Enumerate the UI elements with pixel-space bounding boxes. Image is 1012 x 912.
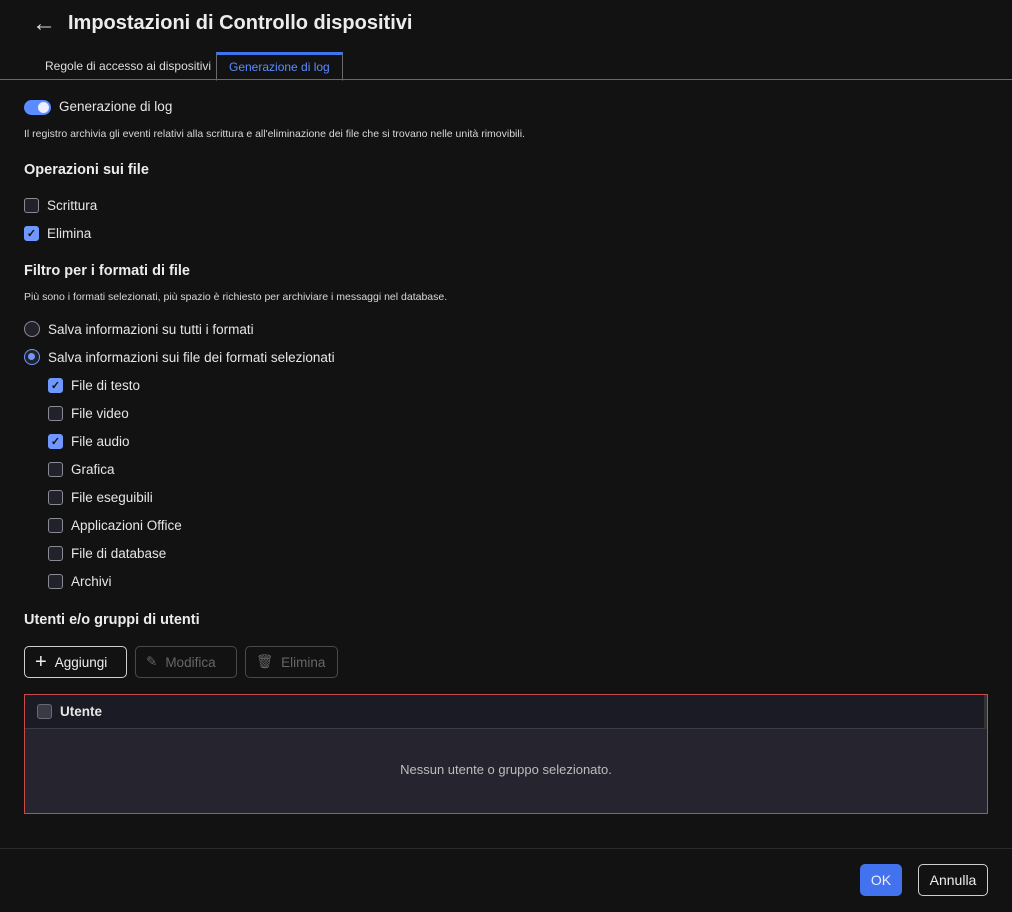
logging-toggle[interactable] (24, 100, 51, 115)
cancel-button[interactable]: Annulla (918, 864, 988, 896)
trash-icon: 🗑︎ (256, 654, 274, 669)
format-file-eseguibili[interactable]: File eseguibili (48, 490, 153, 505)
checkbox[interactable] (48, 406, 63, 421)
option-label: Elimina (47, 226, 92, 241)
checkbox[interactable] (48, 490, 63, 505)
file-op-scrittura[interactable]: Scrittura (24, 198, 97, 213)
format-file-audio[interactable]: ✓ File audio (48, 434, 130, 449)
checkbox[interactable] (48, 518, 63, 533)
format-filter-heading: Filtro per i formati di file (24, 263, 190, 279)
checkbox[interactable] (48, 574, 63, 589)
format-file-video[interactable]: File video (48, 406, 129, 421)
plus-icon: + (35, 650, 47, 673)
option-label: Grafica (71, 462, 115, 477)
format-file-di-testo[interactable]: ✓ File di testo (48, 378, 140, 393)
option-label: File di testo (71, 378, 141, 393)
option-label: Applicazioni Office (71, 518, 182, 533)
back-arrow-icon[interactable]: ← (32, 10, 56, 38)
format-archivi[interactable]: Archivi (48, 574, 112, 589)
checkbox[interactable]: ✓ (48, 378, 63, 393)
users-table: Utente Nessun utente o gruppo selezionat… (24, 694, 988, 814)
option-label: File di database (71, 546, 167, 561)
users-heading: Utenti e/o gruppi di utenti (24, 612, 200, 628)
edit-label: Modifica (165, 654, 216, 670)
delete-button[interactable]: 🗑︎ Elimina (245, 646, 338, 678)
logging-toggle-label: Generazione di log (59, 99, 173, 114)
radio-button[interactable] (24, 349, 40, 365)
ok-button[interactable]: OK (860, 864, 902, 896)
add-label: Aggiungi (54, 654, 108, 670)
option-label: File video (71, 406, 129, 421)
edit-button[interactable]: ✎ Modifica (135, 646, 237, 678)
option-label: Scrittura (47, 198, 98, 213)
column-user[interactable]: Utente (60, 704, 102, 719)
checkbox[interactable]: ✓ (48, 434, 63, 449)
empty-message: Nessun utente o gruppo selezionato. (400, 762, 612, 777)
footer-divider (0, 848, 1012, 849)
file-op-elimina[interactable]: ✓ Elimina (24, 226, 91, 241)
format-filter-description: Più sono i formati selezionati, più spaz… (24, 291, 448, 303)
option-label: Salva informazioni sui file dei formati … (48, 349, 335, 365)
tab-device-access-rules[interactable]: Regole di accesso ai dispositivi (33, 52, 223, 80)
page-title: Impostazioni di Controllo dispositivi (68, 12, 413, 34)
select-all-checkbox[interactable] (37, 704, 52, 719)
checkbox[interactable]: ✓ (24, 226, 39, 241)
radio-button[interactable] (24, 321, 40, 337)
option-label: Salva informazioni su tutti i formati (48, 321, 254, 337)
add-button[interactable]: + Aggiungi (24, 646, 127, 678)
radio-salva-informazioni-su-tutti-i-formati[interactable]: Salva informazioni su tutti i formati (24, 321, 254, 337)
tab-bar: Regole di accesso ai dispositivi Generaz… (0, 52, 1012, 81)
pencil-icon: ✎ (146, 654, 158, 669)
file-ops-heading: Operazioni sui file (24, 162, 149, 178)
table-header: Utente (25, 695, 987, 729)
checkbox[interactable] (24, 198, 39, 213)
radio-salva-informazioni-sui-file-dei-formati-selezionati[interactable]: Salva informazioni sui file dei formati … (24, 349, 335, 365)
checkbox[interactable] (48, 546, 63, 561)
format-file-di-database[interactable]: File di database (48, 546, 166, 561)
tab-logging[interactable]: Generazione di log (216, 52, 343, 81)
option-label: File audio (71, 434, 130, 449)
option-label: Archivi (71, 574, 112, 589)
format-applicazioni-office[interactable]: Applicazioni Office (48, 518, 182, 533)
checkbox[interactable] (48, 462, 63, 477)
delete-label: Elimina (281, 654, 326, 670)
logging-description: Il registro archivia gli eventi relativi… (24, 128, 525, 140)
format-grafica[interactable]: Grafica (48, 462, 115, 477)
option-label: File eseguibili (71, 490, 153, 505)
